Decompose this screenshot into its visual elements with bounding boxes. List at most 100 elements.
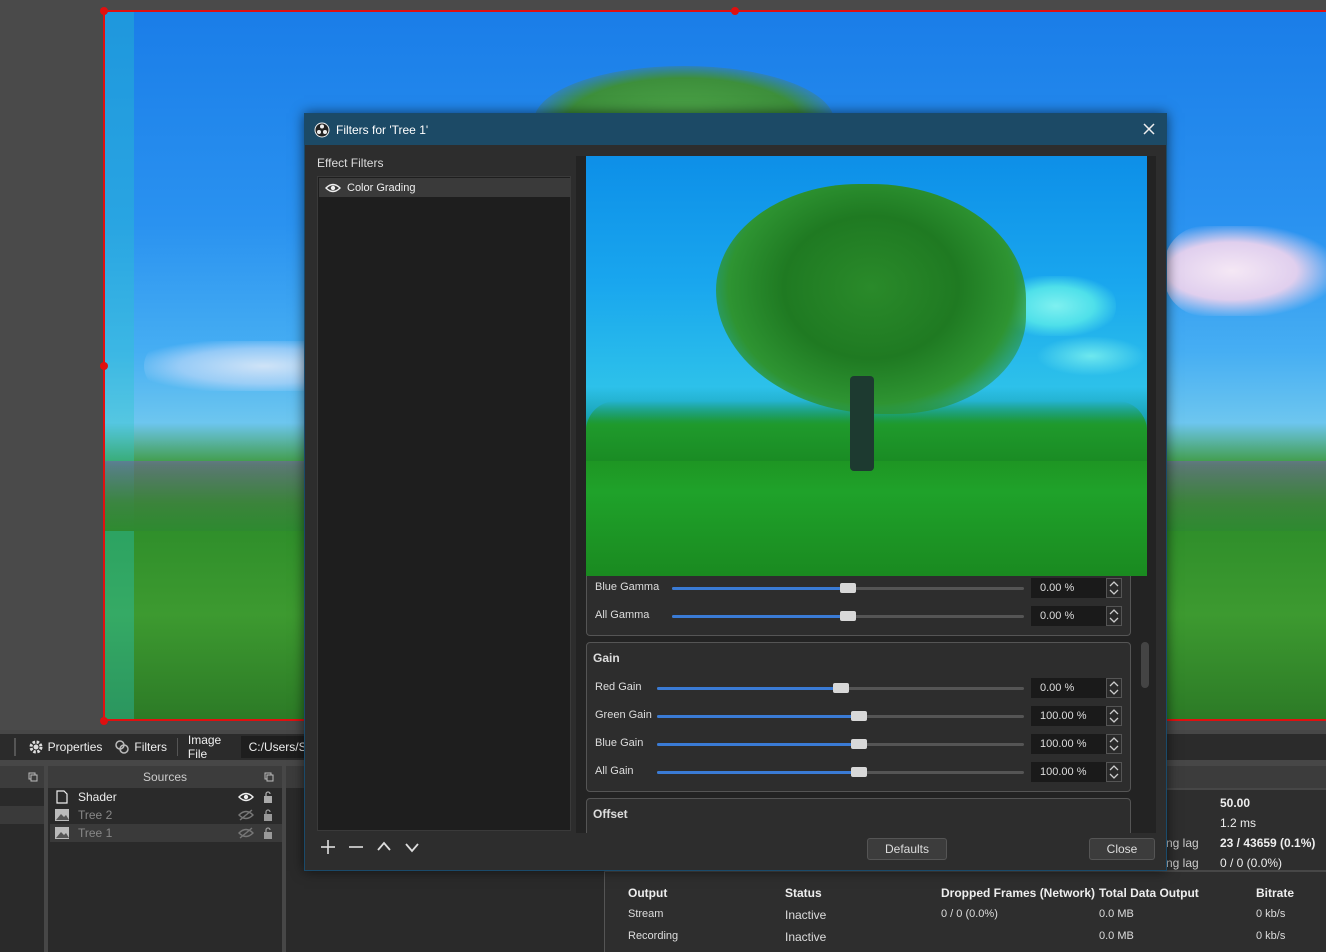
- spinner-arrows-icon[interactable]: [1106, 578, 1122, 598]
- properties-scrollbar[interactable]: [1141, 642, 1149, 688]
- toolbar-right-area: [1166, 734, 1326, 760]
- filter-preview: [586, 156, 1147, 576]
- source-name: Shader: [78, 790, 117, 804]
- row-bitrate: 0 kb/s: [1256, 908, 1286, 920]
- value-field[interactable]: 100.00 %: [1031, 762, 1107, 782]
- slider-fill: [672, 615, 848, 618]
- group-title: Gain: [593, 651, 620, 665]
- toolbar-separator: [177, 738, 178, 756]
- gear-icon: [29, 740, 43, 754]
- toolbar-separator: [14, 738, 16, 756]
- float-icon[interactable]: [28, 772, 38, 782]
- value-field[interactable]: 100.00 %: [1031, 706, 1107, 726]
- source-toolbar: Properties Filters Image File C:/Users/S…: [0, 733, 310, 761]
- eye-icon[interactable]: [325, 182, 341, 194]
- slider-row: Green Gain 100.00 %: [586, 705, 1131, 727]
- row-dropped: 0 / 0 (0.0%): [941, 908, 998, 920]
- close-icon[interactable]: [1140, 120, 1158, 138]
- sources-dock-header: Sources: [48, 766, 282, 788]
- source-name: Tree 2: [78, 808, 113, 822]
- source-item[interactable]: Shader: [50, 788, 282, 806]
- eye-hidden-icon[interactable]: [238, 827, 254, 839]
- eye-hidden-icon[interactable]: [238, 809, 254, 821]
- slider-handle[interactable]: [851, 767, 867, 777]
- resize-handle-top[interactable]: [731, 7, 739, 15]
- source-item-selected[interactable]: Tree 1: [50, 824, 282, 842]
- spinner-arrows-icon[interactable]: [1106, 706, 1122, 726]
- effect-filters-list[interactable]: Color Grading: [317, 176, 571, 831]
- output-stats-table: Output Status Dropped Frames (Network) T…: [604, 872, 1326, 952]
- group-title: Offset: [593, 807, 628, 821]
- scene-item[interactable]: [0, 806, 44, 824]
- resize-handle-bottom-left[interactable]: [100, 717, 108, 725]
- slider-track[interactable]: [672, 583, 1024, 593]
- row-status: Inactive: [785, 930, 827, 944]
- add-icon[interactable]: [319, 838, 337, 856]
- slider-label: All Gain: [595, 765, 634, 777]
- slider-label: Blue Gain: [595, 737, 644, 749]
- float-icon[interactable]: [264, 772, 274, 782]
- spinner-arrows-icon[interactable]: [1106, 606, 1122, 626]
- row-output: Recording: [628, 930, 679, 942]
- spinner-arrows-icon[interactable]: [1106, 762, 1122, 782]
- filter-list-buttons: [319, 838, 421, 856]
- filter-icon: [115, 740, 130, 754]
- eye-icon[interactable]: [238, 791, 254, 803]
- value-field[interactable]: 100.00 %: [1031, 734, 1107, 754]
- filters-button[interactable]: Filters: [108, 736, 173, 758]
- value-field[interactable]: 0.00 %: [1031, 678, 1107, 698]
- properties-button[interactable]: Properties: [22, 736, 109, 758]
- resize-handle-top-left[interactable]: [100, 7, 108, 15]
- unlock-icon[interactable]: [260, 827, 276, 839]
- slider-handle[interactable]: [851, 711, 867, 721]
- lag-value: 23 / 43659 (0.1%): [1220, 836, 1316, 850]
- slider-fill: [657, 771, 859, 774]
- resize-handle-left[interactable]: [100, 362, 108, 370]
- slider-track[interactable]: [672, 611, 1024, 621]
- slider-handle[interactable]: [851, 739, 867, 749]
- value-field[interactable]: 0.00 %: [1031, 578, 1107, 598]
- mixer-dock-header: [286, 766, 306, 788]
- obs-main-window: Properties Filters Image File C:/Users/S…: [0, 0, 1326, 952]
- slider-label: Red Gain: [595, 681, 642, 693]
- image-path-field[interactable]: C:/Users/Seb: [240, 736, 310, 758]
- dialog-title: Filters for 'Tree 1': [336, 122, 429, 137]
- slider-fill: [657, 715, 859, 718]
- remove-icon[interactable]: [347, 838, 365, 856]
- slider-track[interactable]: [657, 767, 1024, 777]
- shader-file-icon: [56, 790, 68, 804]
- stats-panel: 50.00 1.2 ms ng lag 23 / 43659 (0.1%) ng…: [1166, 790, 1326, 870]
- move-down-icon[interactable]: [403, 838, 421, 856]
- defaults-button[interactable]: Defaults: [867, 838, 947, 860]
- filter-properties[interactable]: Blue Gamma 0.00 % All Gamma 0.00 % Gain …: [586, 576, 1139, 833]
- slider-fill: [672, 587, 848, 590]
- slider-row: Blue Gain 100.00 %: [586, 733, 1131, 755]
- close-button[interactable]: Close: [1089, 838, 1155, 860]
- lag-label: ng lag: [1166, 856, 1199, 870]
- slider-track[interactable]: [657, 683, 1024, 693]
- dialog-title-bar[interactable]: Filters for 'Tree 1': [305, 114, 1166, 145]
- value-field[interactable]: 0.00 %: [1031, 606, 1107, 626]
- slider-handle[interactable]: [840, 583, 856, 593]
- col-header-output: Output: [628, 886, 668, 900]
- stats-dock-header: [1166, 766, 1326, 788]
- filter-item[interactable]: Color Grading: [319, 178, 571, 197]
- scenes-list[interactable]: [0, 788, 44, 952]
- spinner-arrows-icon[interactable]: [1106, 734, 1122, 754]
- slider-row: Red Gain 0.00 %: [586, 677, 1131, 699]
- unlock-icon[interactable]: [260, 809, 276, 821]
- slider-row: Blue Gamma 0.00 %: [586, 577, 1131, 599]
- slider-handle[interactable]: [833, 683, 849, 693]
- filter-name: Color Grading: [347, 181, 416, 194]
- slider-fill: [657, 743, 859, 746]
- slider-track[interactable]: [657, 711, 1024, 721]
- spinner-arrows-icon[interactable]: [1106, 678, 1122, 698]
- unlock-icon[interactable]: [260, 791, 276, 803]
- slider-label: Green Gain: [595, 709, 652, 721]
- move-up-icon[interactable]: [375, 838, 393, 856]
- cloud-image: [1036, 336, 1146, 376]
- slider-handle[interactable]: [840, 611, 856, 621]
- fps-value: 50.00: [1220, 796, 1251, 810]
- source-item[interactable]: Tree 2: [50, 806, 282, 824]
- slider-track[interactable]: [657, 739, 1024, 749]
